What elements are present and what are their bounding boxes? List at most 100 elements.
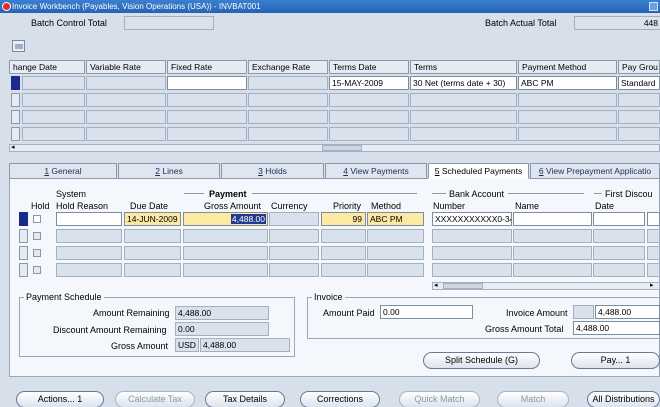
invoice-cell-exchange-date[interactable] <box>22 127 85 141</box>
invoice-cell-exchange-rate[interactable] <box>248 110 328 124</box>
invoice-currency-field[interactable] <box>573 305 594 319</box>
schedule-cell-discount-extra[interactable] <box>647 229 660 243</box>
hold-checkbox[interactable] <box>33 215 41 223</box>
invoice-cell-exchange-rate[interactable] <box>248 93 328 107</box>
schedule-cell-due-date[interactable] <box>124 246 181 260</box>
schedule-cell-bank-name[interactable] <box>513 246 592 260</box>
invoice-cell-terms-date[interactable] <box>329 93 409 107</box>
invoice-cell-fixed-rate[interactable] <box>167 93 247 107</box>
schedule-cell-hold-reason[interactable] <box>56 229 122 243</box>
scroll-right-icon[interactable]: ▸ <box>650 282 654 289</box>
schedule-cell-discount-date[interactable] <box>593 212 645 226</box>
hold-checkbox[interactable] <box>33 232 41 240</box>
tax-details-button[interactable]: Tax Details <box>205 391 285 407</box>
amount-paid-field[interactable]: 0.00 <box>380 305 473 319</box>
invoice-cell-terms-date[interactable]: 15-MAY-2009 <box>329 76 409 90</box>
invoice-row-indicator[interactable] <box>11 110 20 124</box>
invoice-cell-pay-group[interactable] <box>618 110 660 124</box>
schedule-cell-gross-amount[interactable] <box>183 263 268 277</box>
invoice-row-indicator[interactable] <box>11 76 20 90</box>
invoice-cell-exchange-date[interactable] <box>22 93 85 107</box>
actions-button[interactable]: Actions... 1 <box>16 391 104 407</box>
schedule-cell-gross-amount[interactable]: 4,488.00 <box>183 212 268 226</box>
gross-amount-field[interactable]: 4,488.00 <box>200 338 290 352</box>
gross-total-field[interactable]: 4,488.00 <box>573 321 660 335</box>
schedule-cell-discount-extra[interactable] <box>647 212 660 226</box>
tab-view-prepayment-applications[interactable]: 6 View Prepayment Applicatio <box>530 163 660 179</box>
tab-general[interactable]: 1 General <box>9 163 117 179</box>
schedule-cell-bank-name[interactable] <box>513 212 592 226</box>
schedule-cell-currency[interactable] <box>269 229 319 243</box>
amount-remaining-field[interactable]: 4,488.00 <box>175 306 269 320</box>
invoice-cell-terms[interactable] <box>410 110 517 124</box>
schedule-cell-discount-date[interactable] <box>593 263 645 277</box>
match-button[interactable]: Match <box>497 391 569 407</box>
invoice-row-indicator[interactable] <box>11 127 20 141</box>
schedule-cell-discount-extra[interactable] <box>647 263 660 277</box>
schedule-cell-due-date[interactable]: 14-JUN-2009 <box>124 212 181 226</box>
schedule-cell-discount-extra[interactable] <box>647 246 660 260</box>
schedule-cell-currency[interactable] <box>269 212 319 226</box>
invoice-cell-payment-method[interactable] <box>518 127 617 141</box>
all-distributions-button[interactable]: All Distributions <box>587 391 660 407</box>
tab-view-payments[interactable]: 4 View Payments <box>325 163 427 179</box>
schedule-cell-method[interactable] <box>367 229 424 243</box>
invoice-cell-exchange-rate[interactable] <box>248 127 328 141</box>
invoice-cell-pay-group[interactable]: Standard <box>618 76 660 90</box>
invoice-cell-exchange-date[interactable] <box>22 76 85 90</box>
split-schedule-button[interactable]: Split Schedule (G) <box>423 352 540 369</box>
invoice-cell-fixed-rate[interactable] <box>167 127 247 141</box>
close-icon[interactable] <box>649 2 658 11</box>
hold-checkbox[interactable] <box>33 266 41 274</box>
schedule-row-indicator[interactable] <box>19 246 28 260</box>
schedule-row-indicator[interactable] <box>19 229 28 243</box>
schedule-cell-bank-number[interactable]: XXXXXXXXXXX0-34 <box>432 212 512 226</box>
invoice-cell-fixed-rate[interactable] <box>167 76 247 90</box>
batch-control-total-field[interactable] <box>124 16 214 30</box>
schedule-cell-hold-reason[interactable] <box>56 246 122 260</box>
invoice-cell-terms[interactable] <box>410 127 517 141</box>
invoice-cell-payment-method[interactable]: ABC PM <box>518 76 617 90</box>
schedule-cell-due-date[interactable] <box>124 229 181 243</box>
schedule-cell-currency[interactable] <box>269 246 319 260</box>
schedule-cell-discount-date[interactable] <box>593 229 645 243</box>
schedule-cell-priority[interactable] <box>321 246 366 260</box>
invoice-cell-payment-method[interactable] <box>518 110 617 124</box>
schedule-cell-bank-name[interactable] <box>513 263 592 277</box>
calculate-tax-button[interactable]: Calculate Tax <box>115 391 195 407</box>
pay-button[interactable]: Pay... 1 <box>571 352 660 369</box>
invoice-cell-terms-date[interactable] <box>329 110 409 124</box>
batch-actual-total-field[interactable]: 448 <box>574 16 660 30</box>
schedule-cell-priority[interactable] <box>321 229 366 243</box>
schedule-cell-bank-number[interactable] <box>432 246 512 260</box>
invoice-cell-variable-rate[interactable] <box>86 110 166 124</box>
invoice-cell-exchange-rate[interactable] <box>248 76 328 90</box>
schedule-cell-due-date[interactable] <box>124 263 181 277</box>
schedule-cell-method[interactable]: ABC PM <box>367 212 424 226</box>
invoice-cell-variable-rate[interactable] <box>86 76 166 90</box>
schedule-cell-currency[interactable] <box>269 263 319 277</box>
folder-icon[interactable] <box>12 40 25 52</box>
tab-scheduled-payments[interactable]: 5 Scheduled Payments <box>428 163 529 179</box>
schedule-cell-bank-name[interactable] <box>513 229 592 243</box>
quick-match-button[interactable]: Quick Match <box>399 391 480 407</box>
invoice-cell-variable-rate[interactable] <box>86 93 166 107</box>
invoice-cell-terms[interactable]: 30 Net (terms date + 30) <box>410 76 517 90</box>
schedule-cell-method[interactable] <box>367 246 424 260</box>
schedule-cell-gross-amount[interactable] <box>183 229 268 243</box>
hold-checkbox[interactable] <box>33 249 41 257</box>
schedule-cell-bank-number[interactable] <box>432 263 512 277</box>
invoice-cell-payment-method[interactable] <box>518 93 617 107</box>
schedule-cell-gross-amount[interactable] <box>183 246 268 260</box>
schedule-scroll-left-icon[interactable]: ◂ <box>434 282 438 289</box>
discount-remaining-field[interactable]: 0.00 <box>175 322 269 336</box>
invoice-row-indicator[interactable] <box>11 93 20 107</box>
invoice-grid-scroll-thumb[interactable] <box>322 145 362 151</box>
invoice-cell-terms[interactable] <box>410 93 517 107</box>
schedule-scroll-thumb[interactable] <box>443 283 483 289</box>
tab-lines[interactable]: 2 Lines <box>118 163 220 179</box>
schedule-cell-discount-date[interactable] <box>593 246 645 260</box>
schedule-cell-method[interactable] <box>367 263 424 277</box>
invoice-cell-pay-group[interactable] <box>618 93 660 107</box>
schedule-cell-hold-reason[interactable] <box>56 212 122 226</box>
